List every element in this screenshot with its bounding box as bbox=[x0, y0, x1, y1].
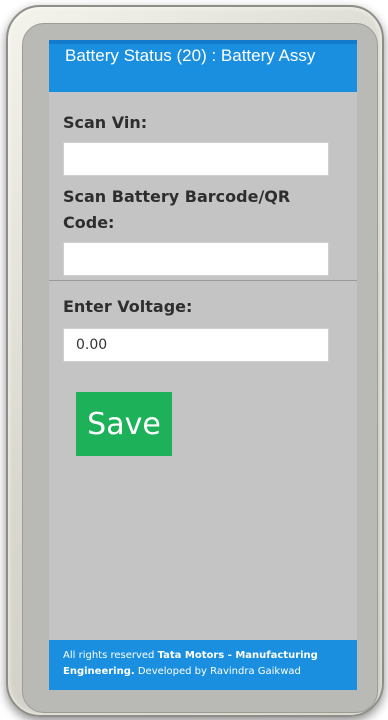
save-button[interactable]: Save bbox=[76, 392, 172, 456]
app-screen: Battery Status (20) : Battery Assy Scan … bbox=[49, 40, 357, 690]
voltage-input[interactable] bbox=[63, 328, 329, 362]
voltage-form: Enter Voltage: bbox=[63, 294, 345, 362]
page-title: Battery Status (20) : Battery Assy bbox=[49, 40, 357, 92]
battery-barcode-input[interactable] bbox=[63, 242, 329, 276]
footer-prefix: All rights reserved bbox=[63, 650, 158, 661]
battery-barcode-label: Scan Battery Barcode/QR Code: bbox=[63, 187, 291, 232]
footer: All rights reserved Tata Motors - Manufa… bbox=[49, 640, 357, 690]
footer-developer: Developed by Ravindra Gaikwad bbox=[134, 666, 301, 677]
divider bbox=[49, 280, 357, 281]
battery-form: Scan Vin: Scan Battery Barcode/QR Code: bbox=[63, 110, 345, 276]
vin-label: Scan Vin: bbox=[63, 113, 148, 132]
vin-input[interactable] bbox=[63, 142, 329, 176]
voltage-label: Enter Voltage: bbox=[63, 297, 193, 316]
